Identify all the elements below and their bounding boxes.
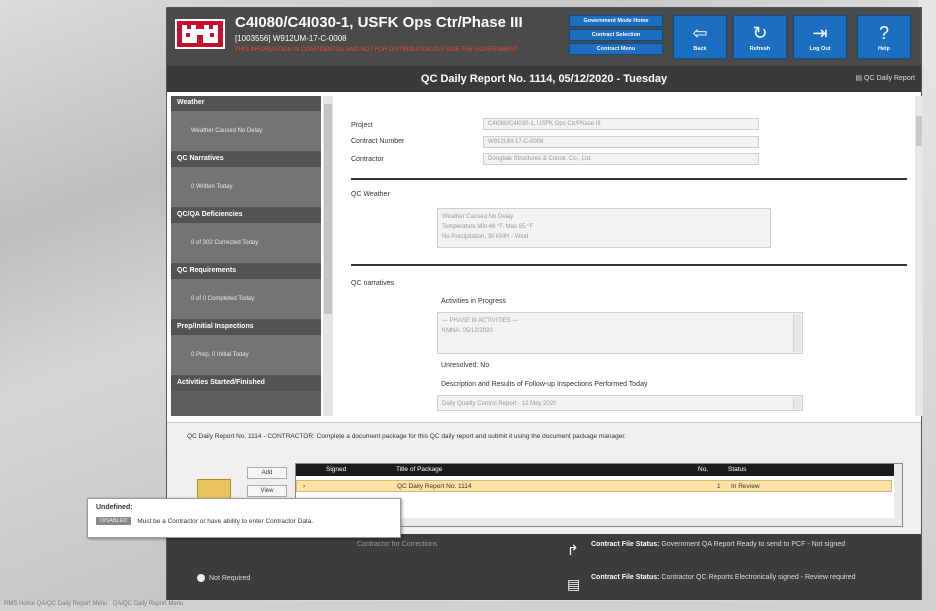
section-divider — [351, 178, 907, 180]
sidebar-heading-qc-requirements[interactable]: QC Requirements — [171, 264, 321, 279]
sidebar: Weather Weather Caused No Delay QC Narra… — [171, 96, 321, 416]
sidebar-item-inspections[interactable]: 0 Prep, 0 Initial Today — [171, 335, 321, 376]
grid-header: Signed Title of Package No. Status — [296, 464, 896, 476]
followup-label: Description and Results of Follow-up Ins… — [441, 381, 648, 388]
row-no: 1 — [717, 483, 721, 490]
help-button[interactable]: ? Help — [857, 15, 911, 59]
disabled-badge: DISABLED — [96, 517, 132, 525]
package-instruction: QC Daily Report No. 1114 - CONTRACTOR: C… — [187, 433, 626, 440]
tooltip-row: DISABLED Must be a Contractor or have ab… — [96, 517, 392, 525]
log-out-button[interactable]: ⇥ Log Out — [793, 15, 847, 59]
radio-icon[interactable] — [197, 574, 205, 582]
table-row[interactable]: › QC Daily Report No. 1114 1 In Review — [296, 480, 892, 492]
contract-file-status-2: Contract File Status: Contractor QC Repo… — [591, 574, 856, 581]
back-button[interactable]: ⇦ Back — [673, 15, 727, 59]
signed-document-icon: ▤ — [567, 576, 581, 592]
qc-narratives-label: QC narratives — [351, 280, 395, 287]
document-icon: ▤ — [855, 75, 863, 82]
project-label: Project — [351, 122, 373, 129]
help-icon: ? — [878, 22, 889, 43]
sidebar-item-qc-narratives[interactable]: 0 Written Today — [171, 167, 321, 208]
column-title[interactable]: Title of Package — [396, 466, 442, 473]
add-package-button[interactable]: Add — [247, 467, 287, 479]
sidebar-item-weather[interactable]: Weather Caused No Delay — [171, 111, 321, 152]
return-arrow-icon: ↱ — [567, 542, 579, 558]
activities-line: --- PHASE III ACTIVITIES --- — [442, 318, 519, 324]
weather-line: Weather Caused No Delay — [442, 214, 514, 220]
sidebar-heading-qc-narratives[interactable]: QC Narratives — [171, 152, 321, 167]
confidential-warning: THIS INFORMATION IS CONFIDENTIAL AND NOT… — [235, 47, 518, 53]
log-out-icon: ⇥ — [812, 22, 828, 43]
back-arrow-icon: ⇦ — [692, 22, 708, 43]
title-bar: C4I080/C4I030-1, USFK Ops Ctr/Phase III … — [167, 8, 921, 66]
tooltip-title: Undefined: — [96, 504, 133, 511]
contract-number-field: W912UM-17-C-0008 — [483, 136, 759, 148]
weather-line: No Precipitation, 30 KMH - Wind — [442, 234, 529, 240]
contract-id: [1003556] W912UM-17-C-0008 — [235, 34, 347, 43]
sidebar-heading-deficiencies[interactable]: QC/QA Deficiencies — [171, 208, 321, 223]
sidebar-item-deficiencies[interactable]: 0 of 302 Corrected Today — [171, 223, 321, 264]
column-signed[interactable]: Signed — [326, 466, 346, 473]
refresh-button[interactable]: ↻ Refresh — [733, 15, 787, 59]
activities-label: Activities in Progress — [441, 298, 506, 305]
report-content: Project C4I080/C4I030-1, USFK Ops Ctr/Ph… — [337, 96, 911, 416]
activities-textarea[interactable]: --- PHASE III ACTIVITIES --- KMNA: 05/12… — [437, 312, 803, 354]
column-status[interactable]: Status — [728, 466, 746, 473]
sidebar-scroll-thumb[interactable] — [324, 104, 332, 314]
refresh-icon: ↻ — [752, 22, 768, 43]
returned-text: Contractor for Corrections — [357, 541, 438, 548]
government-mode-home-button[interactable]: Government Mode Home — [569, 15, 663, 27]
weather-line: Temperature Min 46 °F, Max 65 °F — [442, 224, 534, 230]
contract-number-label: Contract Number — [351, 138, 405, 145]
menu-stack: Government Mode Home Contract Selection … — [569, 15, 663, 55]
contract-selection-button[interactable]: Contract Selection — [569, 29, 663, 41]
not-required-option[interactable]: Not Required — [197, 574, 250, 582]
report-header: QC Daily Report No. 1114, 05/12/2020 - T… — [167, 66, 921, 92]
disabled-tooltip: Undefined: DISABLED Must be a Contractor… — [87, 498, 401, 538]
sidebar-heading-inspections[interactable]: Prep/Initial Inspections — [171, 320, 321, 335]
followup-textarea[interactable]: Daily Quality Control Report - 12 May 20… — [437, 395, 803, 411]
row-status: In Review — [731, 483, 760, 490]
sidebar-heading-activities[interactable]: Activities Started/Finished — [171, 376, 321, 391]
castle-icon — [182, 25, 218, 43]
contract-menu-button[interactable]: Contract Menu — [569, 43, 663, 55]
section-divider — [351, 264, 907, 266]
sidebar-heading-weather[interactable]: Weather — [171, 96, 321, 111]
row-title: QC Daily Report No. 1114 — [397, 483, 472, 490]
qc-weather-label: QC Weather — [351, 191, 390, 198]
activities-scrollbar[interactable] — [793, 314, 801, 352]
app-title: C4I080/C4I030-1, USFK Ops Ctr/Phase III — [235, 14, 523, 31]
usace-castle-logo — [175, 19, 225, 49]
browser-status-bar: RMS Home QA/QC Daily Report Menu · QA/QC… — [0, 601, 936, 611]
unresolved-label: Unresolved: No — [441, 362, 490, 369]
tooltip-text: Must be a Contractor or have ability to … — [137, 517, 314, 525]
view-package-button[interactable]: View — [247, 485, 287, 497]
grid-vertical-scrollbar[interactable] — [894, 464, 902, 526]
content-scrollbar[interactable] — [915, 96, 923, 416]
content-scroll-thumb[interactable] — [916, 116, 922, 146]
row-selector-icon: › — [303, 483, 306, 490]
sidebar-scrollbar[interactable] — [323, 96, 333, 416]
qc-weather-box: Weather Caused No Delay Temperature Min … — [437, 208, 771, 248]
qc-daily-report-link[interactable]: ▤ QC Daily Report — [855, 74, 915, 82]
activities-line: KMNA: 05/12/2020 — [442, 328, 493, 334]
contractor-field: Dongbak Structures & Constr. Co., Ltd. — [483, 153, 759, 165]
status-panel: Contractor for Corrections Not Required … — [167, 534, 921, 600]
column-no[interactable]: No. — [698, 466, 708, 473]
report-title: QC Daily Report No. 1114, 05/12/2020 - T… — [420, 73, 668, 85]
contract-file-status-1: Contract File Status: Government QA Repo… — [591, 541, 846, 548]
sidebar-item-qc-requirements[interactable]: 0 of 0 Completed Today — [171, 279, 321, 320]
contractor-label: Contractor — [351, 156, 384, 163]
project-field: C4I080/C4I030-1, USFK Ops Ctr/Phase III — [483, 118, 759, 130]
followup-scrollbar[interactable] — [793, 397, 801, 409]
